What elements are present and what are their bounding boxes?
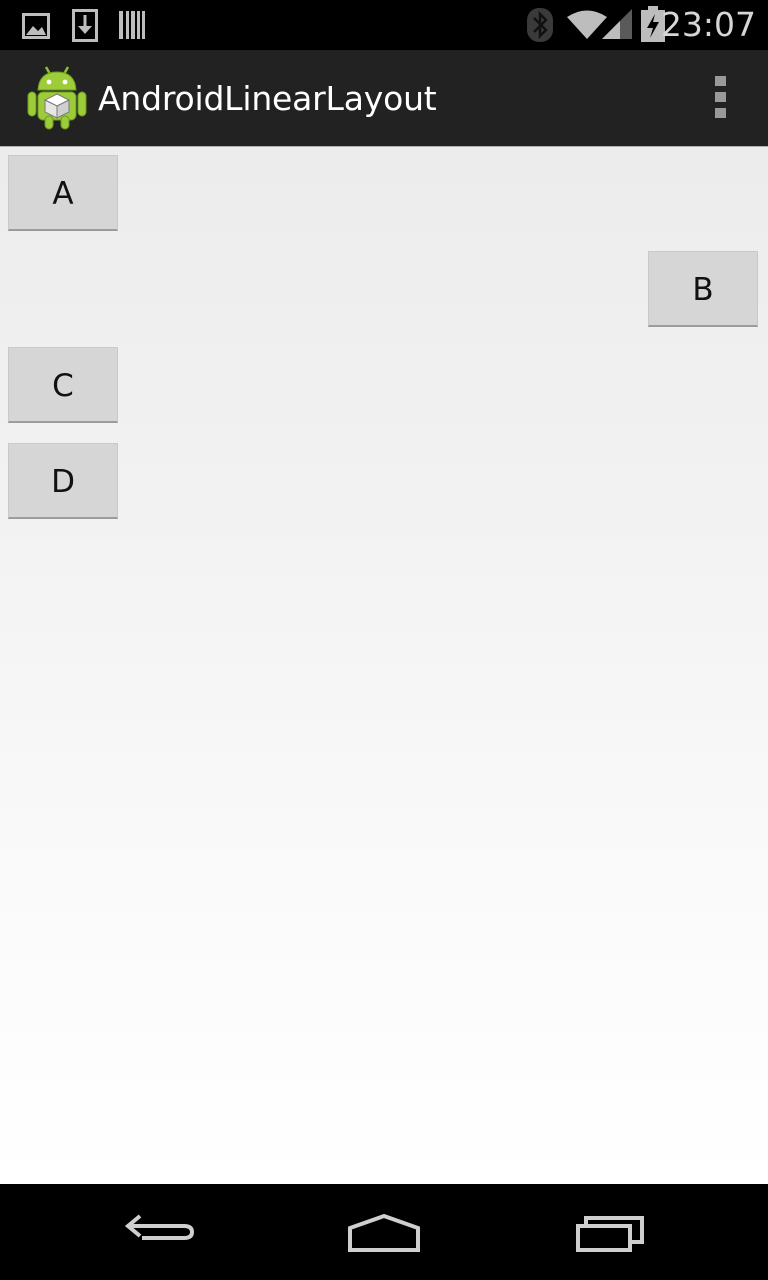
recent-apps-icon[interactable]: [560, 1202, 660, 1262]
gallery-icon: [22, 13, 50, 39]
linear-layout-content: A B C D: [0, 147, 768, 1184]
download-icon: [72, 9, 98, 42]
home-icon[interactable]: [334, 1202, 434, 1262]
action-bar: AndroidLinearLayout: [0, 50, 768, 147]
back-icon[interactable]: [110, 1202, 210, 1262]
status-time: 23:07: [660, 5, 756, 44]
phone-screen: 23:07 AndroidLinearLayout A B C D: [0, 0, 768, 1280]
android-robot-icon[interactable]: [26, 64, 88, 130]
bluetooth-icon: [527, 8, 553, 42]
button-d[interactable]: D: [8, 443, 118, 519]
button-a[interactable]: A: [8, 155, 118, 231]
overflow-menu-icon[interactable]: [714, 76, 728, 120]
button-c[interactable]: C: [8, 347, 118, 423]
barcode-icon: [119, 11, 145, 39]
button-b[interactable]: B: [648, 251, 758, 327]
navigation-bar: [0, 1184, 768, 1280]
app-title: AndroidLinearLayout: [98, 79, 437, 118]
status-bar: 23:07: [0, 0, 768, 50]
cellular-signal-icon: [602, 9, 632, 39]
